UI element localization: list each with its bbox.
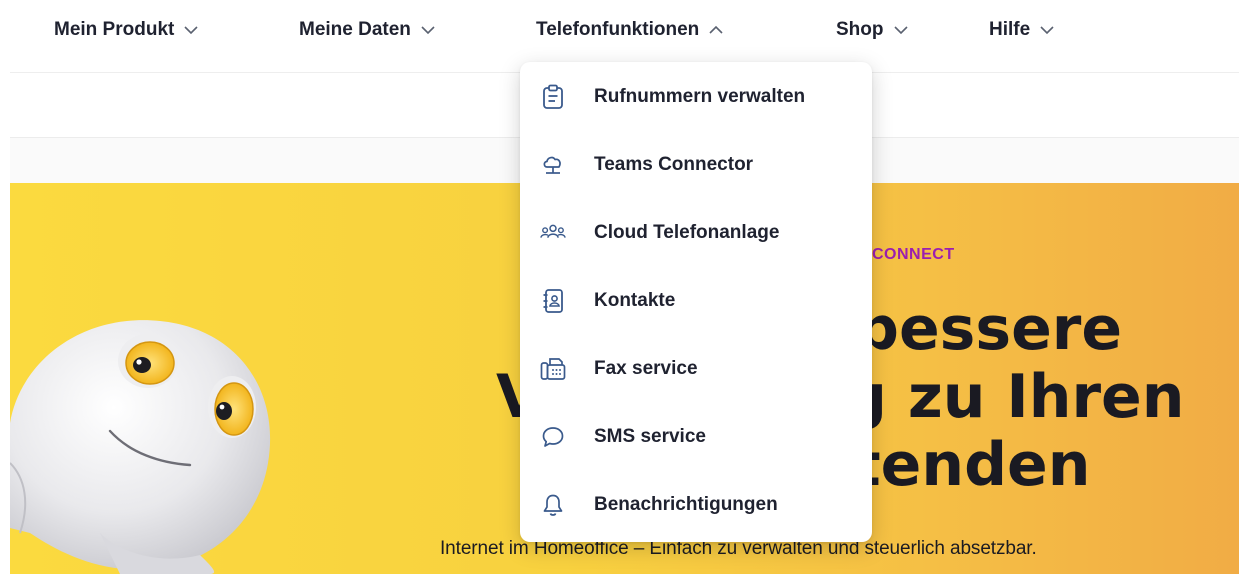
chevron-down-icon [184, 26, 198, 35]
nav-item-mein-produkt[interactable]: Mein Produkt [54, 16, 199, 44]
menu-item-rufnummern-verwalten[interactable]: Rufnummern verwalten [520, 67, 872, 127]
chevron-down-icon [1040, 26, 1054, 35]
chat-bubble-icon [540, 424, 566, 450]
menu-item-teams-connector[interactable]: Teams Connector [520, 135, 872, 195]
menu-item-label: SMS service [594, 426, 706, 447]
menu-item-cloud-telefonanlage[interactable]: Cloud Telefonanlage [520, 203, 872, 263]
headline-line-1: bessere [856, 294, 1123, 364]
mascot-illustration [10, 320, 271, 574]
menu-item-fax-service[interactable]: Fax service [520, 339, 872, 399]
nav-item-hilfe[interactable]: Hilfe [989, 16, 1055, 44]
nav-item-shop[interactable]: Shop [836, 16, 909, 44]
chevron-up-icon [709, 25, 723, 34]
cloud-connector-icon [540, 152, 566, 178]
top-navigation: Mein Produkt Meine Daten Telefonfunktion… [0, 0, 1239, 62]
menu-item-benachrichtigungen[interactable]: Benachrichtigungen [520, 475, 872, 535]
menu-item-label: Kontakte [594, 290, 676, 311]
fax-icon [540, 356, 566, 382]
hero-eyebrow: CONNECT [872, 246, 955, 263]
people-group-icon [540, 220, 566, 246]
bell-icon [540, 492, 566, 518]
headline-line-3: tenden [852, 430, 1091, 500]
nav-item-telefonfunktionen[interactable]: Telefonfunktionen [536, 16, 724, 44]
menu-item-sms-service[interactable]: SMS service [520, 407, 872, 467]
menu-item-label: Fax service [594, 358, 698, 379]
chevron-down-icon [421, 26, 435, 35]
menu-item-label: Teams Connector [594, 154, 754, 175]
menu-item-label: Benachrichtigungen [594, 494, 778, 515]
nav-label: Hilfe [989, 19, 1031, 40]
clipboard-icon [540, 84, 566, 110]
menu-item-label: Cloud Telefonanlage [594, 222, 780, 243]
chevron-down-icon [893, 26, 908, 35]
telefonfunktionen-dropdown: Rufnummern verwalten Teams Connector Clo… [520, 62, 872, 542]
nav-label: Telefonfunktionen [536, 19, 700, 40]
nav-label: Meine Daten [299, 19, 411, 40]
nav-label: Shop [836, 19, 884, 40]
nav-item-meine-daten[interactable]: Meine Daten [299, 16, 436, 44]
menu-item-kontakte[interactable]: Kontakte [520, 271, 872, 331]
menu-item-label: Rufnummern verwalten [594, 86, 806, 107]
nav-label: Mein Produkt [54, 19, 175, 40]
contact-book-icon [540, 288, 566, 314]
